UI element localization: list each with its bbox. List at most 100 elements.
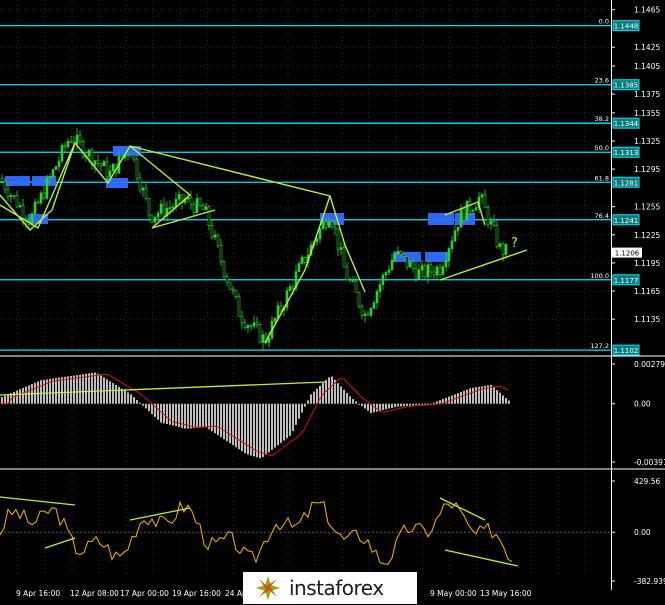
candle-body	[372, 302, 376, 309]
candle-body	[378, 284, 382, 292]
candle-body	[225, 275, 229, 283]
candle-body	[45, 178, 49, 199]
candle-body	[258, 324, 262, 343]
candle-body	[300, 256, 304, 264]
osc-bar	[424, 403, 426, 405]
fib-price-label: 1.1313	[614, 149, 639, 157]
osc-bar	[64, 376, 66, 404]
osc-bar	[238, 403, 240, 450]
osc-bar	[271, 403, 273, 450]
price-tick-label: 1.1255	[634, 203, 660, 212]
candle-body	[33, 201, 37, 214]
osc-bar	[193, 403, 195, 429]
osc-bar	[136, 399, 138, 404]
candle-body	[63, 145, 67, 148]
zone-boxes	[5, 146, 475, 262]
candle-body	[216, 234, 220, 246]
candle-body	[111, 163, 115, 172]
candle-body	[51, 169, 55, 178]
osc-bar	[508, 400, 510, 404]
osc-bar	[328, 377, 330, 404]
candle-body	[144, 187, 148, 199]
candle-body	[381, 274, 385, 285]
fib-price-label: 1.1448	[614, 23, 639, 31]
candle-body	[6, 189, 10, 198]
osc-bar	[316, 388, 318, 404]
price-tick-label: 1.1225	[634, 231, 660, 240]
candle-body	[240, 316, 244, 324]
candle-body	[135, 158, 139, 179]
candle-body	[342, 247, 346, 268]
candle-body	[222, 261, 226, 277]
osc-bar	[358, 403, 360, 405]
time-tick-label: 19 Apr 16:00	[172, 589, 221, 598]
fib-price-label: 1.1344	[614, 120, 639, 128]
candle-body	[252, 322, 256, 327]
fib-ratio-label: 127.2	[590, 342, 609, 350]
candle-body	[438, 266, 442, 275]
price-axis: 1.1465 1.1425 1.1405 1.1375 1.1355 1.1325 1.12…	[0, 0, 665, 590]
fib-price-label: 1.1385	[614, 82, 639, 90]
candle-body	[153, 216, 157, 223]
candle-body	[171, 206, 175, 209]
osc-bar	[142, 403, 144, 406]
osc-bar	[409, 403, 411, 406]
candle-body	[132, 156, 136, 160]
cci-tick-label: 429.56	[634, 477, 660, 486]
osc-bar	[274, 403, 276, 448]
osc-bar	[94, 372, 96, 404]
osc-bar	[493, 387, 495, 404]
osc-tick-label: 0.00	[634, 400, 651, 409]
candle-body	[444, 260, 448, 268]
candle-body	[450, 240, 454, 249]
osc-bar	[475, 387, 477, 404]
candle-body	[162, 203, 166, 217]
fib-price-label: 1.1102	[614, 347, 639, 355]
osc-bar	[388, 403, 390, 409]
osc-bar	[229, 403, 231, 444]
osc-bar	[379, 403, 381, 411]
candle-body	[399, 250, 403, 255]
osc-bar	[421, 403, 423, 405]
osc-bar	[25, 386, 27, 404]
osc-bar	[259, 403, 261, 459]
fib-price-label: 1.1177	[614, 277, 639, 285]
candle-body	[150, 214, 154, 223]
osc-bar	[364, 403, 366, 409]
candle-body	[339, 247, 343, 250]
candle-body	[363, 313, 367, 316]
candle-body	[480, 194, 484, 198]
osc-bar	[340, 386, 342, 404]
candle-body	[414, 268, 418, 280]
candle-body	[57, 160, 61, 167]
osc-bar	[22, 387, 24, 404]
osc-bar	[406, 403, 408, 406]
osc-bar	[139, 402, 141, 404]
osc-bar	[349, 396, 351, 404]
osc-bar	[202, 403, 204, 428]
candle-body	[156, 213, 160, 218]
candle-body	[102, 161, 106, 167]
cci-trendline	[439, 497, 486, 521]
osc-bar	[100, 375, 102, 404]
price-candles	[0, 128, 508, 350]
candle-body	[393, 253, 397, 261]
candle-body	[138, 177, 142, 191]
zone-box	[5, 176, 30, 186]
osc-bar	[256, 403, 258, 458]
candle-body	[96, 160, 100, 164]
cci-trendline	[129, 507, 191, 521]
osc-bar	[385, 403, 387, 410]
osc-bar	[220, 403, 222, 438]
osc-bar	[73, 375, 75, 404]
candle-body	[105, 161, 109, 178]
candle-body	[315, 238, 319, 243]
price-tick-label: 1.1195	[634, 259, 660, 268]
candle-body	[384, 272, 388, 276]
candle-body	[66, 141, 70, 148]
candle-body	[348, 279, 352, 282]
candle-body	[429, 264, 433, 273]
instaforex-logo: instaforex	[243, 572, 417, 604]
osc-bar	[223, 403, 225, 440]
candle-body	[402, 254, 406, 257]
